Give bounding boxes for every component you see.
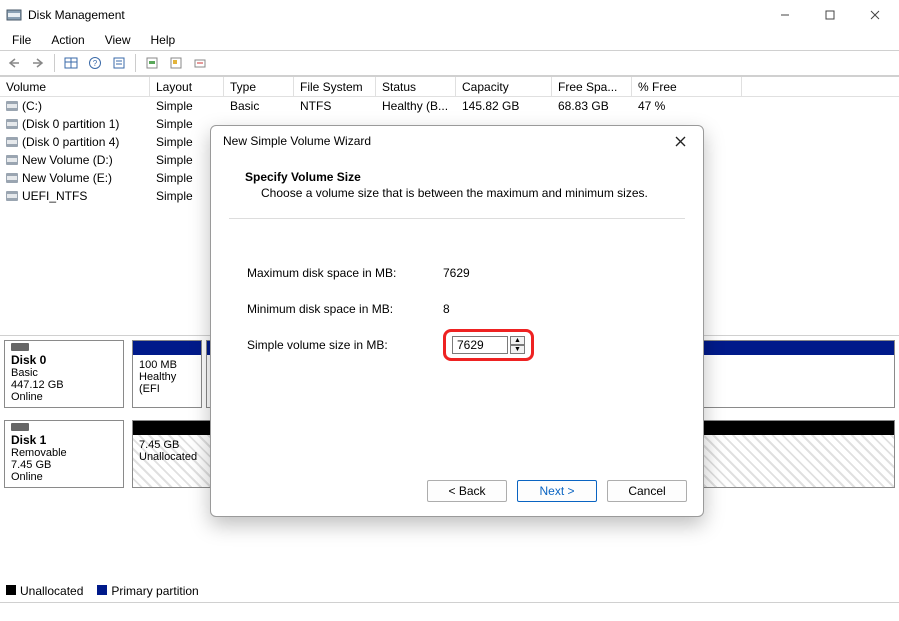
dialog-title: New Simple Volume Wizard: [223, 134, 371, 148]
back-button[interactable]: < Back: [427, 480, 507, 502]
drive-icon: [6, 101, 18, 111]
max-space-value: 7629: [443, 266, 470, 280]
step-subtitle: Choose a volume size that is between the…: [233, 186, 681, 208]
col-filesystem[interactable]: File System: [294, 77, 376, 96]
title-bar: Disk Management: [0, 0, 899, 30]
dialog-close-button[interactable]: [665, 128, 695, 154]
svg-text:?: ?: [93, 59, 98, 68]
menu-action[interactable]: Action: [41, 31, 94, 49]
drive-icon: [6, 137, 18, 147]
next-button[interactable]: Next >: [517, 480, 597, 502]
menu-view[interactable]: View: [95, 31, 141, 49]
legend-unallocated: Unallocated: [6, 584, 83, 598]
spin-up-button[interactable]: ▲: [510, 336, 525, 345]
col-capacity[interactable]: Capacity: [456, 77, 552, 96]
menu-file[interactable]: File: [2, 31, 41, 49]
step-title: Specify Volume Size: [233, 164, 681, 186]
menu-help[interactable]: Help: [141, 31, 186, 49]
cancel-button[interactable]: Cancel: [607, 480, 687, 502]
disk-info[interactable]: Disk 1 Removable 7.45 GB Online: [4, 420, 124, 488]
col-type[interactable]: Type: [224, 77, 294, 96]
toolbar-refresh-icon[interactable]: [142, 53, 162, 73]
wizard-dialog: New Simple Volume Wizard Specify Volume …: [210, 125, 704, 517]
volume-size-highlight: ▲ ▼: [443, 329, 534, 361]
drive-icon: [6, 155, 18, 165]
minimize-button[interactable]: [762, 0, 807, 30]
row-max-space: Maximum disk space in MB: 7629: [233, 255, 681, 291]
volume-size-input[interactable]: [452, 336, 508, 354]
partition-box[interactable]: 100 MBHealthy (EFI: [132, 340, 202, 408]
dialog-titlebar: New Simple Volume Wizard: [211, 126, 703, 156]
close-button[interactable]: [852, 0, 897, 30]
col-volume[interactable]: Volume: [0, 77, 150, 96]
col-free[interactable]: Free Spa...: [552, 77, 632, 96]
col-pfree[interactable]: % Free: [632, 77, 742, 96]
disk-info[interactable]: Disk 0 Basic 447.12 GB Online: [4, 340, 124, 408]
col-layout[interactable]: Layout: [150, 77, 224, 96]
toolbar-help-icon[interactable]: ?: [85, 53, 105, 73]
disk-icon: [11, 343, 29, 351]
disk-icon: [11, 423, 29, 431]
toolbar-action-icon[interactable]: [166, 53, 186, 73]
legend: Unallocated Primary partition: [6, 584, 199, 598]
volume-row[interactable]: (C:) Simple Basic NTFS Healthy (B... 145…: [0, 97, 899, 115]
status-bar: [0, 602, 899, 620]
drive-icon: [6, 173, 18, 183]
legend-primary: Primary partition: [97, 584, 198, 598]
back-button[interactable]: [4, 53, 24, 73]
row-volume-size: Simple volume size in MB: ▲ ▼: [233, 327, 681, 363]
min-space-value: 8: [443, 302, 450, 316]
row-min-space: Minimum disk space in MB: 8: [233, 291, 681, 327]
app-icon: [6, 7, 22, 23]
spin-down-button[interactable]: ▼: [510, 345, 525, 354]
maximize-button[interactable]: [807, 0, 852, 30]
forward-button[interactable]: [28, 53, 48, 73]
window-title: Disk Management: [28, 8, 125, 22]
menu-bar: File Action View Help: [0, 30, 899, 50]
toolbar-result-icon[interactable]: [190, 53, 210, 73]
column-headers: Volume Layout Type File System Status Ca…: [0, 77, 899, 97]
toolbar-table-icon[interactable]: [61, 53, 81, 73]
toolbar-props-icon[interactable]: [109, 53, 129, 73]
col-status[interactable]: Status: [376, 77, 456, 96]
toolbar: ?: [0, 50, 899, 76]
drive-icon: [6, 191, 18, 201]
drive-icon: [6, 119, 18, 129]
